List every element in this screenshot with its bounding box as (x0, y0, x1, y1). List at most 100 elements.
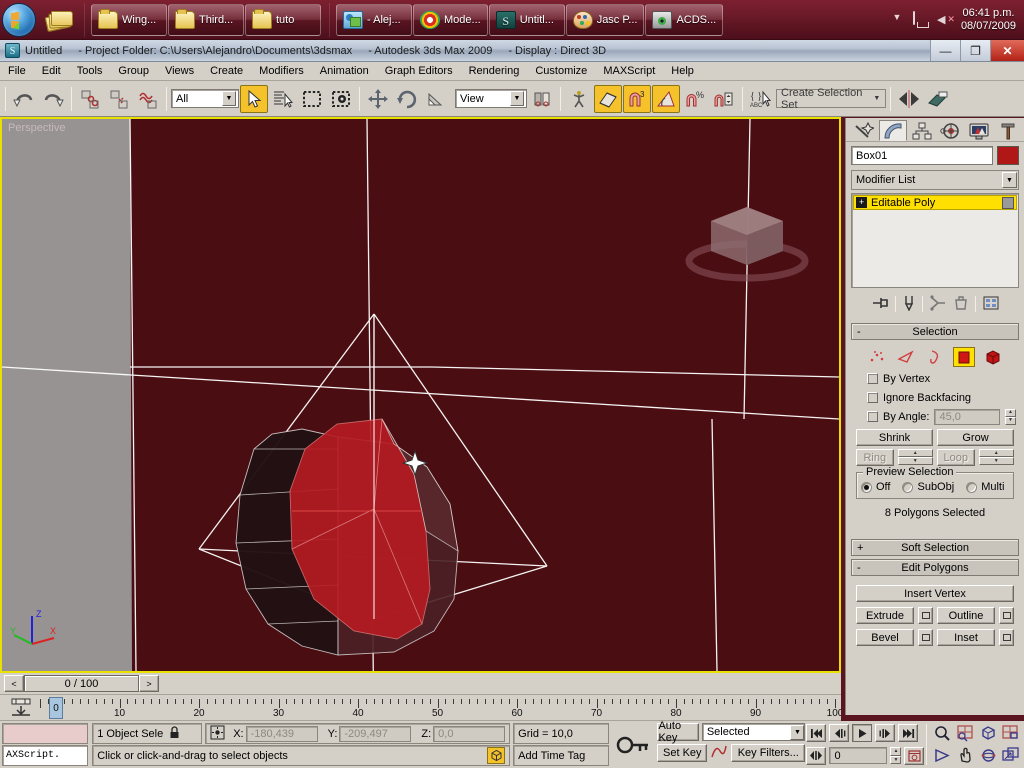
redo-icon[interactable] (39, 84, 67, 113)
start-button[interactable] (2, 2, 36, 37)
maximize-restore-button[interactable]: ❐ (960, 40, 990, 61)
loop-spinner[interactable]: ▲ ▼ (978, 449, 1014, 465)
next-frame-icon[interactable] (875, 724, 896, 743)
make-unique-icon[interactable] (929, 294, 947, 314)
preview-off-radio[interactable] (861, 481, 872, 493)
collapse-icon[interactable]: - (857, 562, 861, 574)
preview-subobj-radio[interactable] (902, 481, 914, 493)
taskbar-button-chrome[interactable]: Mode... (413, 3, 488, 36)
absolute-relative-icon[interactable] (210, 725, 225, 743)
x-coord-field[interactable]: -180,439 (245, 725, 318, 742)
reference-coordinate-system-combo[interactable]: View ▼ (455, 89, 527, 108)
bevel-settings-button[interactable] (918, 629, 933, 646)
percent-snap-toggle-icon[interactable]: % (681, 84, 709, 113)
menu-item-create[interactable]: Create (202, 63, 251, 79)
set-key-button[interactable]: Set Key (657, 743, 708, 762)
menu-item-rendering[interactable]: Rendering (461, 63, 528, 79)
menu-item-modifiers[interactable]: Modifiers (251, 63, 312, 79)
ring-spinner[interactable]: ▲ ▼ (897, 449, 933, 465)
zoom-icon[interactable] (932, 723, 954, 743)
viewport-label[interactable]: Perspective (8, 122, 65, 134)
time-configuration-icon[interactable] (904, 746, 925, 765)
menu-item-graph-editors[interactable]: Graph Editors (377, 63, 461, 79)
stack-item-editable-poly[interactable]: + Editable Poly (853, 195, 1017, 210)
ignore-backfacing-row[interactable]: Ignore Backfacing (854, 388, 1016, 407)
menu-item-customize[interactable]: Customize (527, 63, 595, 79)
select-and-rotate-icon[interactable] (393, 84, 421, 113)
field-of-view-icon[interactable] (932, 746, 954, 766)
zoom-extents-all-icon[interactable] (1000, 723, 1022, 743)
chevron-down-icon[interactable] (889, 12, 905, 28)
chevron-down-icon[interactable]: ▼ (871, 91, 883, 106)
object-color-swatch[interactable] (997, 146, 1019, 165)
spinner-snap-toggle-icon[interactable] (710, 84, 738, 113)
key-mode-toggle-icon[interactable] (611, 721, 656, 768)
grow-button[interactable]: Grow (937, 429, 1014, 446)
select-and-link-icon[interactable] (76, 84, 104, 113)
network-icon[interactable] (912, 10, 929, 28)
modifier-enable-toggle[interactable] (1002, 196, 1014, 209)
volume-muted-icon[interactable] (937, 12, 955, 28)
y-coord-field[interactable]: -209,497 (339, 725, 412, 742)
zoom-all-icon[interactable] (954, 723, 976, 743)
menu-item-animation[interactable]: Animation (312, 63, 377, 79)
minimize-button[interactable]: — (930, 40, 960, 61)
taskbar-button-acdsee[interactable]: ACDS... (645, 3, 724, 36)
menu-item-tools[interactable]: Tools (69, 63, 111, 79)
utilities-tab[interactable] (994, 120, 1022, 141)
snaps-toggle-icon[interactable] (594, 84, 622, 113)
expand-icon[interactable]: + (857, 542, 863, 554)
close-button[interactable]: ✕ (990, 40, 1024, 61)
remove-modifier-icon[interactable] (953, 295, 969, 314)
bind-to-space-warp-icon[interactable] (134, 84, 162, 113)
motion-tab[interactable] (936, 120, 965, 141)
object-name-field[interactable]: Box01 (851, 146, 993, 165)
select-by-name-icon[interactable] (269, 84, 297, 113)
menu-item-maxscript[interactable]: MAXScript (595, 63, 663, 79)
edge-level[interactable] (895, 347, 917, 367)
element-level[interactable] (982, 347, 1004, 367)
rectangular-selection-region-icon[interactable] (298, 84, 326, 113)
pan-view-icon[interactable] (954, 746, 976, 766)
named-selection-set-combo[interactable]: Create Selection Set ▼ (776, 87, 886, 111)
by-angle-checkbox[interactable] (867, 411, 878, 422)
time-slider-field[interactable]: 0 / 100 (24, 675, 139, 692)
taskbar-clock[interactable]: 06:41 p.m. 08/07/2009 (961, 7, 1016, 33)
use-pivot-point-center-icon[interactable] (528, 84, 556, 113)
bevel-button[interactable]: Bevel (856, 629, 914, 646)
adaptive-degradation-icon[interactable] (487, 747, 506, 764)
track-bar[interactable]: 10 20 30 40 50 60 70 80 90 100 0 (0, 695, 841, 721)
by-angle-spinner[interactable]: ▲ ▼ (1005, 408, 1016, 425)
maxscript-listener-input[interactable]: AXScript. (2, 745, 89, 766)
key-mode-icon[interactable] (806, 746, 827, 765)
edit-polygons-rollout-header[interactable]: - Edit Polygons (851, 559, 1019, 576)
mini-listener[interactable]: AXScript. (0, 721, 90, 768)
taskbar-button-untitled-book[interactable]: Untitl... (488, 3, 565, 36)
z-coord-field[interactable]: 0,0 (433, 725, 506, 742)
inset-button[interactable]: Inset (937, 629, 995, 646)
edit-named-selection-sets-icon[interactable]: { } ABC (747, 84, 775, 113)
modifier-list-dropdown[interactable]: Modifier List ▼ (851, 170, 1019, 190)
lock-selection-icon[interactable] (169, 725, 180, 742)
taskbar-button-jasc-paintshop[interactable]: Jasc P... (565, 3, 645, 36)
zoom-extents-icon[interactable] (977, 723, 999, 743)
menu-item-views[interactable]: Views (157, 63, 202, 79)
chevron-down-icon[interactable]: ▼ (790, 724, 805, 740)
window-crossing-icon[interactable] (327, 84, 355, 113)
soft-selection-rollout-header[interactable]: + Soft Selection (851, 539, 1019, 556)
select-object-icon[interactable] (240, 84, 268, 113)
insert-vertex-button[interactable]: Insert Vertex (856, 585, 1014, 602)
modifier-stack[interactable]: + Editable Poly (851, 193, 1019, 288)
ignore-backfacing-checkbox[interactable] (867, 392, 878, 403)
play-animation-icon[interactable] (852, 724, 873, 743)
chevron-down-icon[interactable]: ▼ (510, 91, 524, 106)
menu-item-group[interactable]: Group (110, 63, 157, 79)
orbit-icon[interactable] (977, 746, 999, 766)
undo-icon[interactable] (10, 84, 38, 113)
loop-button[interactable]: Loop (937, 449, 975, 466)
taskbar-button-messenger[interactable]: - Alej... (336, 3, 412, 36)
hierarchy-tab[interactable] (907, 120, 936, 141)
unlink-selection-icon[interactable] (105, 84, 133, 113)
create-tab[interactable] (850, 120, 878, 141)
auto-key-button[interactable]: Auto Key (657, 720, 699, 744)
